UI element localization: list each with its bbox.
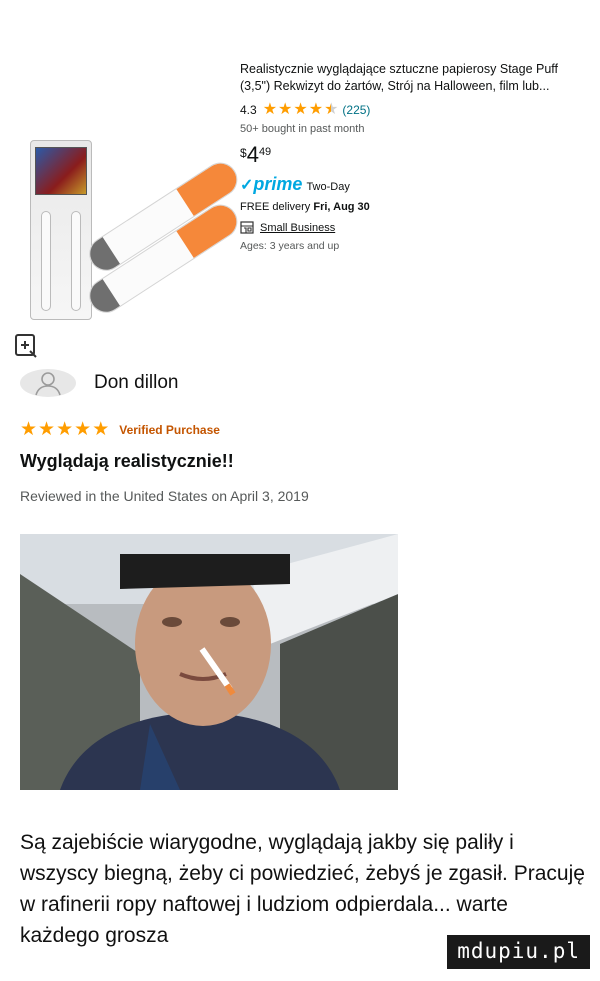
product-card[interactable]: Realistycznie wyglądające sztuczne papie… (0, 40, 600, 370)
avatar-icon (20, 369, 76, 397)
shop-icon (240, 221, 254, 234)
reviewer[interactable]: Don dillon (18, 368, 179, 398)
star-icon: ★ (92, 419, 110, 440)
rating-stars: ★ ★ ★ ★ ★ (263, 102, 339, 118)
review-rating: ★ ★ ★ ★ ★ Verified Purchase (20, 420, 220, 439)
small-business-link[interactable]: Small Business (240, 221, 570, 234)
verified-purchase-badge: Verified Purchase (119, 422, 220, 437)
package-cigarette (71, 211, 81, 311)
review-title: Wyglądają realistycznie!! (20, 451, 234, 471)
star-icon: ★ (20, 419, 38, 440)
review-photo[interactable] (20, 534, 398, 790)
age-info: Ages: 3 years and up (240, 240, 340, 252)
star-icon: ★ (38, 419, 56, 440)
star-icon: ★ (324, 101, 339, 118)
star-icon: ★ (278, 101, 293, 118)
delivery-prefix: FREE delivery (240, 201, 311, 213)
price: $ 4 49 (240, 143, 570, 167)
prime-label: Two-Day (306, 181, 350, 193)
prime-badge: ✓ prime Two-Day (240, 174, 570, 195)
review-count[interactable]: (225) (342, 103, 370, 117)
product-info: Realistycznie wyglądające sztuczne papie… (240, 61, 570, 252)
review-stars: ★ ★ ★ ★ ★ (20, 420, 109, 439)
star-icon: ★ (293, 101, 308, 118)
meme-caption: Są zajebiście wiarygodne, wyglądają jakb… (20, 831, 585, 947)
prime-check-icon: ✓ (240, 177, 254, 194)
price-whole: 4 (246, 142, 259, 167)
star-icon: ★ (308, 101, 324, 118)
delivery-date: Fri, Aug 30 (313, 201, 370, 213)
product-title[interactable]: Realistycznie wyglądające sztuczne papie… (240, 61, 570, 95)
star-icon: ★ (262, 101, 278, 118)
rating-number: 4.3 (240, 103, 257, 117)
zoom-icon[interactable] (14, 333, 38, 359)
package-cigarette (41, 211, 51, 311)
prime-logo: prime (253, 174, 303, 194)
delivery-info: FREE delivery Fri, Aug 30 (240, 201, 570, 213)
product-image[interactable] (20, 50, 244, 340)
package-label (35, 147, 87, 195)
star-icon: ★ (74, 419, 92, 440)
bought-count: 50+ bought in past month (240, 123, 365, 135)
package-image (30, 140, 92, 320)
price-fraction: 49 (258, 146, 272, 158)
star-icon: ★ (56, 419, 74, 440)
rating-row[interactable]: 4.3 ★ ★ ★ ★ ★ (225) (240, 102, 570, 118)
reviewer-name[interactable]: Don dillon (94, 372, 179, 394)
price-currency: $ (240, 146, 247, 160)
small-business-label: Small Business (260, 221, 336, 234)
review-date: Reviewed in the United States on April 3… (20, 488, 309, 504)
review-photo-image (20, 534, 398, 790)
site-watermark: mdupiu.pl (447, 935, 590, 969)
